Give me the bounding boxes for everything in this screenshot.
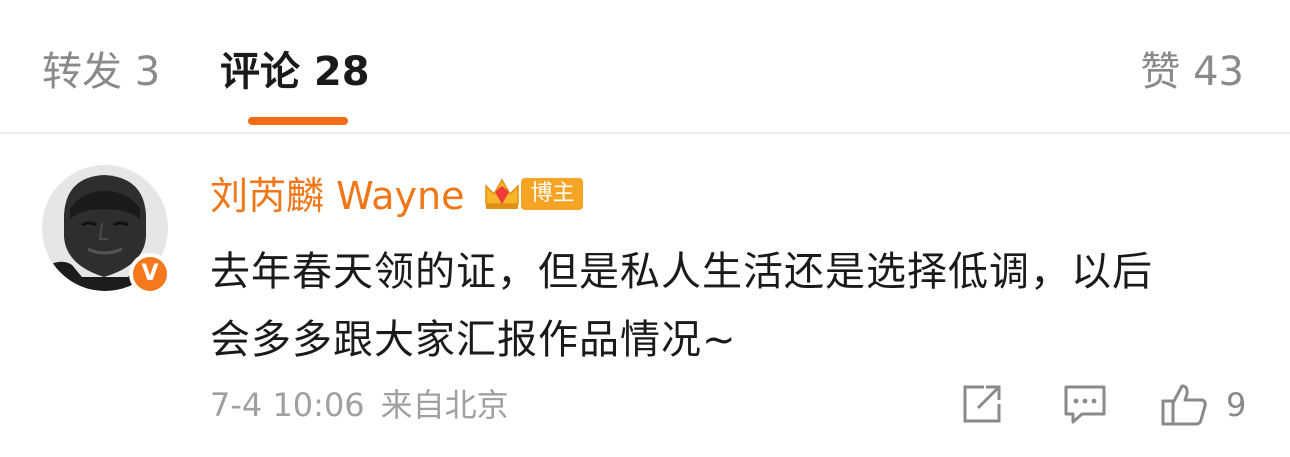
comment-body: 去年春天领的证，但是私人生活还是选择低调，以后 会多多跟大家汇报作品情况~ — [210, 238, 1260, 374]
like-count: 9 — [1226, 386, 1247, 424]
comment-time: 7-4 10:06 — [210, 386, 365, 424]
blogger-badge: 博主 — [482, 174, 583, 218]
tab-reposts[interactable]: 转发 3 — [42, 48, 160, 96]
comment-line: 会多多跟大家汇报作品情况~ — [210, 317, 737, 363]
comment-line: 去年春天领的证，但是私人生活还是选择低调，以后 — [210, 249, 1153, 295]
reply-button[interactable] — [1062, 382, 1108, 428]
verified-badge: V — [129, 253, 171, 295]
comment-icon — [1064, 385, 1106, 424]
crown-icon — [484, 178, 519, 209]
comment-location: 来自北京 — [380, 386, 509, 424]
share-button[interactable] — [960, 382, 1004, 428]
thumbs-up-icon — [1161, 384, 1207, 426]
share-icon — [963, 385, 1001, 423]
tab-comments[interactable]: 评论 28 — [220, 48, 370, 96]
like-button[interactable] — [1160, 382, 1208, 428]
comment-tabs: 转发 3 评论 28 赞 43 — [0, 0, 1290, 134]
author-name[interactable]: 刘芮麟 Wayne — [210, 170, 464, 222]
comment-meta: 7-4 10:06 来自北京 — [210, 383, 509, 427]
comment-header: 刘芮麟 Wayne 博主 — [210, 170, 583, 222]
active-tab-indicator — [248, 117, 348, 125]
blogger-badge-label: 博主 — [520, 178, 583, 210]
tab-likes[interactable]: 赞 43 — [1140, 48, 1244, 96]
